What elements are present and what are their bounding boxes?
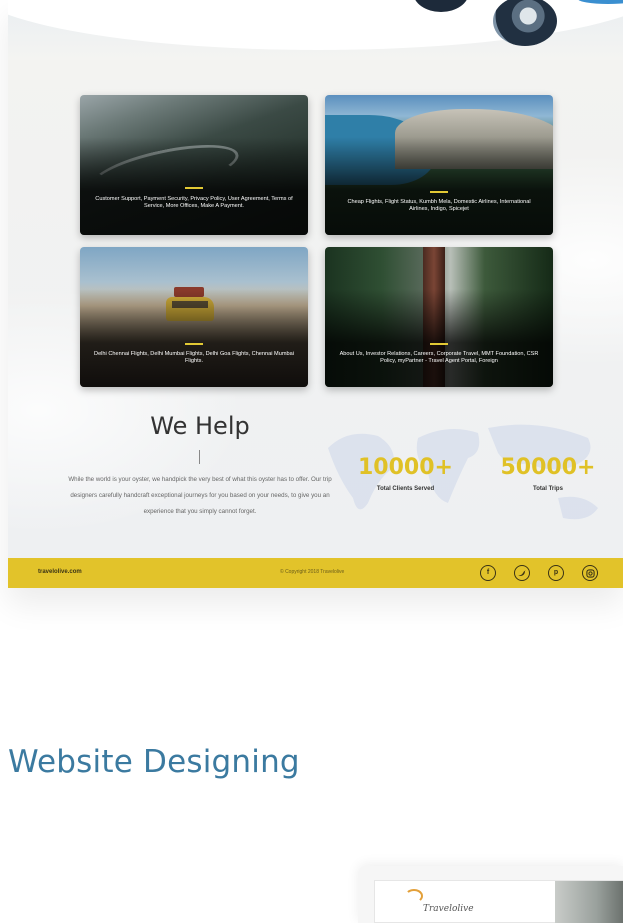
footer-card-support[interactable]: Customer Support, Payment Security, Priv… [80, 95, 308, 235]
footer-copyright: © Copyright 2018 Travelolive [280, 569, 345, 575]
card-caption: Customer Support, Payment Security, Priv… [95, 196, 293, 209]
card-accent-bar [430, 343, 448, 345]
next-mockup-photo [555, 881, 623, 923]
card-caption: About Us, Investor Relations, Careers, C… [339, 351, 539, 364]
card-accent-bar [185, 187, 203, 189]
card-caption: Cheap Flights, Flight Status, Kumbh Mela… [347, 199, 531, 212]
we-help-heading: We Help [150, 412, 250, 440]
website-mockup-image: Customer Support, Payment Security, Priv… [8, 0, 623, 588]
bird-logo-icon [405, 889, 423, 903]
stat-label: Total Clients Served [376, 486, 435, 492]
footer-domain-link[interactable]: travelolive.com [38, 569, 82, 575]
footer-card-routes[interactable]: Delhi Chennai Flights, Delhi Mumbai Flig… [80, 247, 308, 387]
twitter-icon[interactable] [514, 565, 530, 581]
we-help-divider [199, 450, 200, 464]
next-mockup-frame: Travelolive [374, 880, 623, 923]
next-website-mockup-image: Travelolive [358, 866, 623, 923]
card-caption: Delhi Chennai Flights, Delhi Mumbai Flig… [94, 351, 294, 364]
stat-number: 10000+ [358, 455, 453, 480]
mockup-footer-bar: travelolive.com © Copyright 2018 Travelo… [8, 558, 623, 588]
instagram-icon[interactable] [582, 565, 598, 581]
header-photo-circle [493, 0, 557, 46]
footer-card-flights[interactable]: Cheap Flights, Flight Status, Kumbh Mela… [325, 95, 553, 235]
mockup-header-area [8, 0, 623, 60]
footer-card-company[interactable]: About Us, Investor Relations, Careers, C… [325, 247, 553, 387]
stat-trips: 50000+ Total Trips [498, 455, 598, 492]
pinterest-icon[interactable]: p [548, 565, 564, 581]
stat-number: 50000+ [500, 455, 596, 480]
stat-clients: 10000+ Total Clients Served [353, 455, 458, 492]
we-help-text: While the world is your oyster, we handp… [68, 476, 332, 515]
section-title: Website Designing [8, 744, 300, 780]
card-accent-bar [185, 343, 203, 345]
stat-label: Total Trips [533, 486, 563, 492]
next-mockup-logo: Travelolive [423, 904, 474, 914]
facebook-icon[interactable]: f [480, 565, 496, 581]
card-accent-bar [430, 191, 448, 193]
